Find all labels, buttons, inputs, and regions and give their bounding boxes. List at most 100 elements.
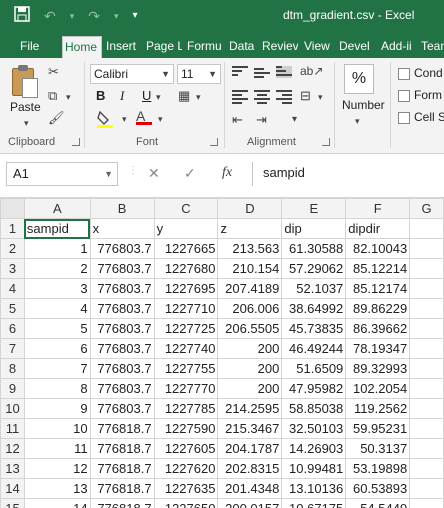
row-header[interactable]: 11 xyxy=(0,418,25,439)
column-header[interactable]: G xyxy=(409,198,444,219)
cell[interactable]: 14.26903 xyxy=(281,438,347,459)
tab-data[interactable]: Data xyxy=(229,36,257,58)
cell[interactable]: 10 xyxy=(23,418,91,439)
cell[interactable]: 82.10043 xyxy=(345,238,411,259)
cell[interactable]: 1227620 xyxy=(153,458,219,479)
row-header[interactable]: 5 xyxy=(0,298,25,319)
cell[interactable]: z xyxy=(217,218,283,239)
cell[interactable]: 102.2054 xyxy=(345,378,411,399)
cell[interactable]: 89.86229 xyxy=(345,298,411,319)
cell[interactable]: 5 xyxy=(23,318,91,339)
cell[interactable]: 776818.7 xyxy=(89,458,155,479)
row-header[interactable]: 3 xyxy=(0,258,25,279)
cell[interactable]: 200 xyxy=(217,378,283,399)
format-painter-icon[interactable]: 🖌 xyxy=(48,110,65,126)
copy-icon[interactable]: ⧉ xyxy=(48,88,57,104)
cell[interactable]: 51.6509 xyxy=(281,358,347,379)
bold-button[interactable]: B xyxy=(96,88,105,103)
tab-developer[interactable]: Devel xyxy=(339,36,375,58)
cell[interactable] xyxy=(409,418,444,439)
cell[interactable]: 7 xyxy=(23,358,91,379)
increase-indent-icon[interactable]: ⇥ xyxy=(256,112,267,128)
font-size-combo[interactable]: 11 ▼ xyxy=(177,64,221,84)
select-all-corner[interactable] xyxy=(0,198,25,219)
row-header[interactable]: 10 xyxy=(0,398,25,419)
cell[interactable]: 776818.7 xyxy=(89,498,155,508)
cell[interactable]: 52.1037 xyxy=(281,278,347,299)
cell[interactable]: 202.8315 xyxy=(217,458,283,479)
row-header[interactable]: 7 xyxy=(0,338,25,359)
column-header[interactable]: C xyxy=(153,198,219,219)
cell[interactable]: 1227710 xyxy=(153,298,219,319)
cell[interactable] xyxy=(409,258,444,279)
cell[interactable]: 13 xyxy=(23,478,91,499)
cell[interactable]: 58.85038 xyxy=(281,398,347,419)
column-header[interactable]: D xyxy=(217,198,283,219)
cell[interactable]: 200 xyxy=(217,358,283,379)
cell[interactable] xyxy=(409,338,444,359)
redo-dropdown-icon[interactable]: ▾ xyxy=(114,7,119,25)
cell[interactable]: 776803.7 xyxy=(89,358,155,379)
column-header[interactable]: B xyxy=(89,198,155,219)
undo-icon[interactable]: ↶ xyxy=(44,7,56,25)
redo-icon[interactable]: ↷ xyxy=(88,7,100,25)
cell[interactable] xyxy=(409,458,444,479)
tab-team[interactable]: Tean xyxy=(421,36,444,58)
row-header[interactable]: 12 xyxy=(0,438,25,459)
cell[interactable]: x xyxy=(89,218,155,239)
cell[interactable]: 776818.7 xyxy=(89,418,155,439)
paste-icon[interactable] xyxy=(10,64,40,100)
cell[interactable]: dipdir xyxy=(345,218,411,239)
tab-review[interactable]: Reviev xyxy=(262,36,298,58)
align-center-icon[interactable] xyxy=(254,90,270,104)
cell[interactable]: 119.2562 xyxy=(345,398,411,419)
cell[interactable]: 1227635 xyxy=(153,478,219,499)
underline-dropdown-icon[interactable]: ▾ xyxy=(156,92,161,103)
cell[interactable]: 1 xyxy=(23,238,91,259)
cell[interactable]: 2 xyxy=(23,258,91,279)
cell[interactable]: 776818.7 xyxy=(89,438,155,459)
number-format-button[interactable]: % xyxy=(344,64,374,94)
cell[interactable] xyxy=(409,358,444,379)
tab-file[interactable]: File xyxy=(20,36,39,58)
cell[interactable]: 85.12214 xyxy=(345,258,411,279)
cell[interactable]: 210.154 xyxy=(217,258,283,279)
cell[interactable]: 12 xyxy=(23,458,91,479)
cell[interactable]: 776803.7 xyxy=(89,318,155,339)
italic-button[interactable]: I xyxy=(120,88,124,104)
row-header[interactable]: 8 xyxy=(0,358,25,379)
cell[interactable]: 776803.7 xyxy=(89,258,155,279)
cell[interactable]: 47.95982 xyxy=(281,378,347,399)
tab-insert[interactable]: Insert xyxy=(106,36,144,58)
cancel-icon[interactable]: ✕ xyxy=(148,165,160,182)
cell[interactable] xyxy=(409,438,444,459)
undo-dropdown-icon[interactable]: ▾ xyxy=(70,7,75,25)
cell[interactable]: 59.95231 xyxy=(345,418,411,439)
cell[interactable]: 78.19347 xyxy=(345,338,411,359)
cell[interactable]: 61.30588 xyxy=(281,238,347,259)
font-color-dropdown-icon[interactable]: ▾ xyxy=(158,114,163,125)
paste-button[interactable]: Paste xyxy=(10,100,41,114)
cell[interactable]: 1227725 xyxy=(153,318,219,339)
font-launcher-icon[interactable] xyxy=(210,138,218,146)
cell[interactable]: dip xyxy=(281,218,347,239)
tab-add-ins[interactable]: Add-ii xyxy=(381,36,415,58)
cell[interactable]: 45.73835 xyxy=(281,318,347,339)
fill-color-icon[interactable] xyxy=(96,110,116,131)
cell[interactable]: 1227665 xyxy=(153,238,219,259)
cell[interactable]: 1227650 xyxy=(153,498,219,508)
cell[interactable] xyxy=(409,318,444,339)
save-icon[interactable] xyxy=(14,6,30,26)
conditional-formatting-button[interactable]: Cond xyxy=(398,66,443,80)
cell[interactable]: 776803.7 xyxy=(89,338,155,359)
cell[interactable]: 1227755 xyxy=(153,358,219,379)
cell[interactable]: 6 xyxy=(23,338,91,359)
cell[interactable]: 1227785 xyxy=(153,398,219,419)
bottom-align-icon[interactable] xyxy=(276,66,292,78)
chevron-down-icon[interactable]: ▼ xyxy=(104,163,113,185)
column-header[interactable]: F xyxy=(345,198,411,219)
cell[interactable] xyxy=(409,378,444,399)
decrease-indent-icon[interactable]: ⇤ xyxy=(232,112,243,128)
cell[interactable]: 89.32993 xyxy=(345,358,411,379)
cell[interactable]: 200 xyxy=(217,338,283,359)
